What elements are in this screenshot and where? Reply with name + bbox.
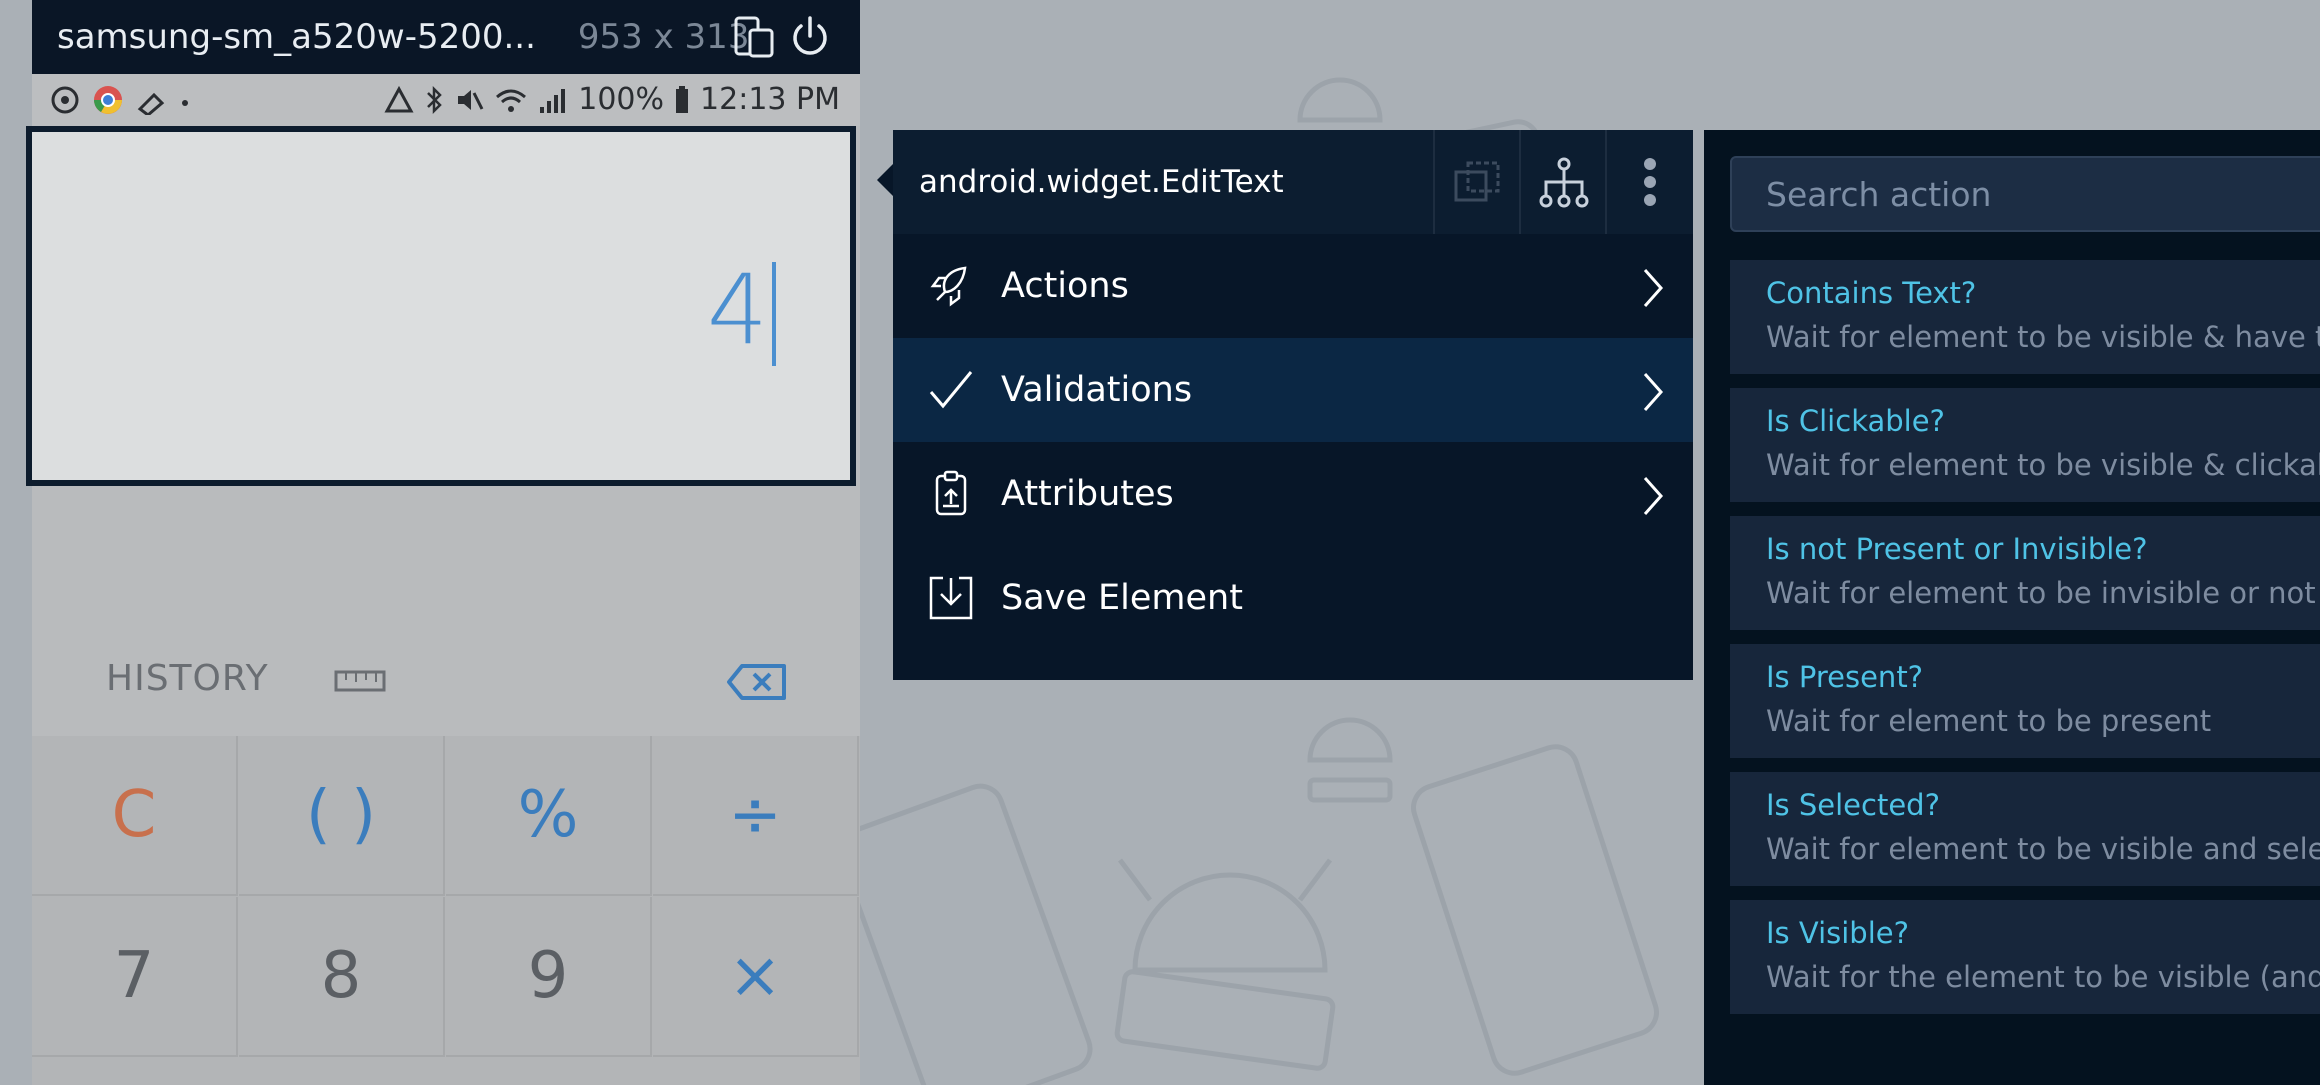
search-action-input[interactable]: [1732, 158, 2320, 230]
validation-description: Wait for element to be visible & have th…: [1766, 320, 2320, 354]
save-icon: [929, 576, 973, 620]
copy-element-button[interactable]: [1433, 130, 1521, 234]
power-icon[interactable]: [788, 14, 832, 60]
validation-item-is-clickable[interactable]: Is Clickable? Wait for element to be vis…: [1730, 388, 2320, 502]
edit-text-value: 4: [706, 254, 768, 366]
validation-item-is-visible[interactable]: Is Visible? Wait for the element to be v…: [1730, 900, 2320, 1014]
validation-title: Contains Text?: [1766, 276, 1977, 310]
hierarchy-icon: [1539, 157, 1589, 208]
key-divide[interactable]: ÷: [653, 736, 859, 896]
battery-icon: [676, 85, 689, 113]
keypad: C ( ) % ÷ 7 8 9 ×: [32, 736, 860, 1085]
key-percent[interactable]: %: [446, 736, 652, 896]
recycle-icon: [384, 85, 414, 112]
selected-edit-text[interactable]: 4: [26, 126, 856, 486]
history-row: HISTORY: [32, 606, 860, 736]
mute-icon: [458, 89, 484, 110]
hierarchy-button[interactable]: [1519, 130, 1607, 234]
clock-time: 12:13 PM: [700, 82, 840, 117]
element-popup: android.widget.EditText Actions Validati…: [877, 130, 1693, 680]
rotate-device-icon[interactable]: [732, 14, 776, 60]
usb-icon: [137, 92, 165, 115]
validation-description: Wait for element to be invisible or not …: [1766, 576, 2320, 610]
chevron-right-icon: [1643, 477, 1664, 515]
signal-icon: [540, 88, 566, 113]
popup-header: android.widget.EditText: [893, 130, 1693, 234]
menu-label-actions: Actions: [1001, 266, 1129, 306]
element-class-name: android.widget.EditText: [919, 164, 1284, 200]
more-options-button[interactable]: [1605, 130, 1693, 234]
clipboard-icon: [935, 470, 967, 516]
menu-item-attributes[interactable]: Attributes: [893, 442, 1693, 546]
device-name: samsung-sm_a520w-5200...: [57, 17, 536, 57]
more-vertical-icon: [1644, 158, 1656, 206]
checkmark-icon: [929, 371, 973, 409]
sync-icon: [51, 86, 79, 114]
menu-label-save-element: Save Element: [1001, 578, 1243, 618]
menu-item-validations[interactable]: Validations: [893, 338, 1693, 442]
validation-title: Is Present?: [1766, 660, 1924, 694]
search-box: [1730, 156, 2320, 232]
validation-description: Wait for element to be present: [1766, 704, 2212, 738]
validation-description: Wait for element to be visible & clickab…: [1766, 448, 2320, 482]
chrome-icon: [94, 86, 122, 114]
bluetooth-icon: [427, 85, 443, 114]
copy-icon: [1454, 161, 1500, 202]
key-8[interactable]: 8: [239, 897, 445, 1057]
device-resolution: 953 x 313: [577, 17, 750, 57]
device-header: samsung-sm_a520w-5200... 953 x 313: [32, 0, 860, 74]
chevron-right-icon: [1643, 269, 1664, 307]
ruler-icon[interactable]: [334, 668, 386, 694]
validation-title: Is Clickable?: [1766, 404, 1945, 438]
history-button[interactable]: HISTORY: [106, 658, 269, 699]
validation-description: Wait for the element to be visible (and …: [1766, 960, 2320, 994]
key-7[interactable]: 7: [32, 897, 238, 1057]
validation-item-is-selected[interactable]: Is Selected? Wait for element to be visi…: [1730, 772, 2320, 886]
validation-title: Is Visible?: [1766, 916, 1910, 950]
menu-label-attributes: Attributes: [1001, 474, 1174, 514]
menu-label-validations: Validations: [1001, 370, 1193, 410]
validations-panel: Contains Text? Wait for element to be vi…: [1704, 130, 2320, 1085]
rocket-icon: [930, 266, 967, 307]
dot-icon: [182, 100, 188, 106]
status-bar: 100% 12:13 PM: [32, 74, 860, 126]
device-panel: samsung-sm_a520w-5200... 953 x 313 100% …: [26, 0, 860, 1085]
key-parentheses[interactable]: ( ): [239, 736, 445, 896]
key-9[interactable]: 9: [446, 897, 652, 1057]
menu-item-actions[interactable]: Actions: [893, 234, 1693, 338]
wifi-icon: [496, 89, 527, 112]
backspace-icon[interactable]: [726, 662, 788, 702]
validation-description: Wait for element to be visible and selec…: [1766, 832, 2320, 866]
popup-pointer: [877, 164, 893, 196]
validation-item-contains-text[interactable]: Contains Text? Wait for element to be vi…: [1730, 260, 2320, 374]
validation-item-is-not-present[interactable]: Is not Present or Invisible? Wait for el…: [1730, 516, 2320, 630]
phone-screen: 4 HISTORY C ( ) % ÷ 7 8 9 ×: [26, 126, 860, 1085]
validation-title: Is not Present or Invisible?: [1766, 532, 2148, 566]
key-multiply[interactable]: ×: [653, 897, 859, 1057]
chevron-right-icon: [1643, 373, 1664, 411]
battery-percent: 100%: [578, 82, 665, 117]
validation-title: Is Selected?: [1766, 788, 1940, 822]
key-clear[interactable]: C: [32, 736, 238, 896]
menu-item-save-element[interactable]: Save Element: [893, 546, 1693, 650]
text-caret: [772, 262, 776, 366]
validation-item-is-present[interactable]: Is Present? Wait for element to be prese…: [1730, 644, 2320, 758]
